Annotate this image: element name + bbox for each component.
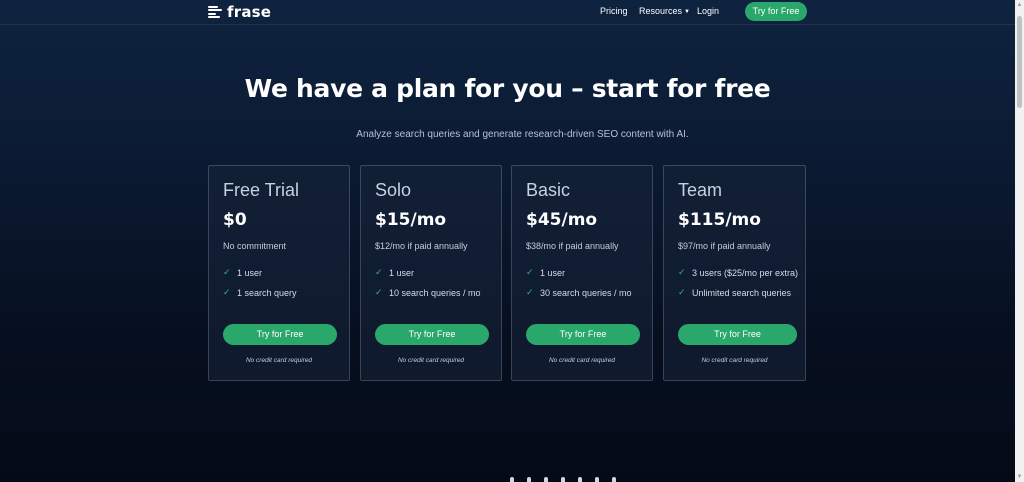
plan-feature: ✓ 30 search queries / mo [526,287,632,298]
plan-feature: ✓ Unlimited search queries [678,287,791,298]
plan-feature-label: Unlimited search queries [692,287,792,298]
plan-note: $12/mo if paid annually [375,241,468,251]
plan-name: Free Trial [223,180,300,200]
nav-link-login[interactable]: Login [697,6,719,16]
page-scrollbar[interactable]: ▲ ▼ [1015,0,1024,482]
plan-feature: ✓ 1 user [375,267,414,278]
scroll-up-icon[interactable]: ▲ [1015,0,1024,10]
plan-try-free-button[interactable]: Try for Free [375,324,489,345]
plan-card-team: Team $115/mo $97/mo if paid annually ✓ 3… [663,165,806,381]
plan-name: Team [678,180,723,200]
nav-link-resources[interactable]: Resources ▼ [639,6,690,16]
plan-name: Solo [375,180,412,200]
plan-feature-label: 1 search query [237,287,297,298]
nav-try-free-button[interactable]: Try for Free [745,2,807,21]
plan-note: $97/mo if paid annually [678,241,771,251]
plan-feature: ✓ 3 users ($25/mo per extra) [678,267,798,278]
plan-name: Basic [526,180,571,200]
plan-try-free-button[interactable]: Try for Free [223,324,337,345]
frase-logo-icon [208,6,222,18]
plan-footnote: No credit card required [397,357,465,364]
plan-card-solo: Solo $15/mo $12/mo if paid annually ✓ 1 … [360,165,502,381]
plan-footnote: No credit card required [548,357,616,364]
plan-feature-label: 1 user [540,267,566,278]
plan-price: $115/mo [678,210,761,230]
check-icon: ✓ [223,287,231,297]
plan-feature-label: 10 search queries / mo [389,287,481,298]
plan-try-free-button[interactable]: Try for Free [526,324,640,345]
page-subtitle: Analyze search queries and generate rese… [356,129,689,140]
logo-text: frase [227,3,272,21]
plan-feature-label: 3 users ($25/mo per extra) [692,267,799,278]
plan-feature: ✓ 1 user [223,267,262,278]
plan-note: $38/mo if paid annually [526,241,619,251]
plan-feature: ✓ 10 search queries / mo [375,287,481,298]
next-section-heading-peek [510,477,640,482]
plan-price: $45/mo [526,210,598,230]
plan-price: $0 [223,210,247,230]
nav-link-pricing[interactable]: Pricing [600,6,628,16]
top-nav: frase Pricing Resources ▼ Login Try for F… [0,0,1015,25]
plan-footnote: No credit card required [701,357,768,364]
plan-feature-label: 30 search queries / mo [540,287,632,298]
check-icon: ✓ [375,267,383,277]
plan-feature: ✓ 1 user [526,267,565,278]
logo[interactable]: frase [208,3,271,21]
check-icon: ✓ [223,267,231,277]
plan-price: $15/mo [375,210,447,230]
check-icon: ✓ [526,287,534,297]
plan-feature: ✓ 1 search query [223,287,297,298]
scrollbar-thumb[interactable] [1017,16,1022,108]
plan-footnote: No credit card required [245,357,313,364]
plan-note: No commitment [223,241,287,251]
plan-card-basic: Basic $45/mo $38/mo if paid annually ✓ 1… [511,165,653,381]
plan-try-free-button[interactable]: Try for Free [678,324,797,345]
check-icon: ✓ [375,287,383,297]
check-icon: ✓ [526,267,534,277]
plan-card-free-trial: Free Trial $0 No commitment ✓ 1 user ✓ 1… [208,165,350,381]
plan-feature-label: 1 user [389,267,415,278]
check-icon: ✓ [678,267,686,277]
plan-feature-label: 1 user [237,267,263,278]
page-title: We have a plan for you – start for free [244,74,771,103]
nav-link-resources-label: Resources [639,6,683,16]
scroll-down-icon[interactable]: ▼ [1015,472,1024,482]
check-icon: ✓ [678,287,686,297]
chevron-down-icon: ▼ [684,9,690,15]
